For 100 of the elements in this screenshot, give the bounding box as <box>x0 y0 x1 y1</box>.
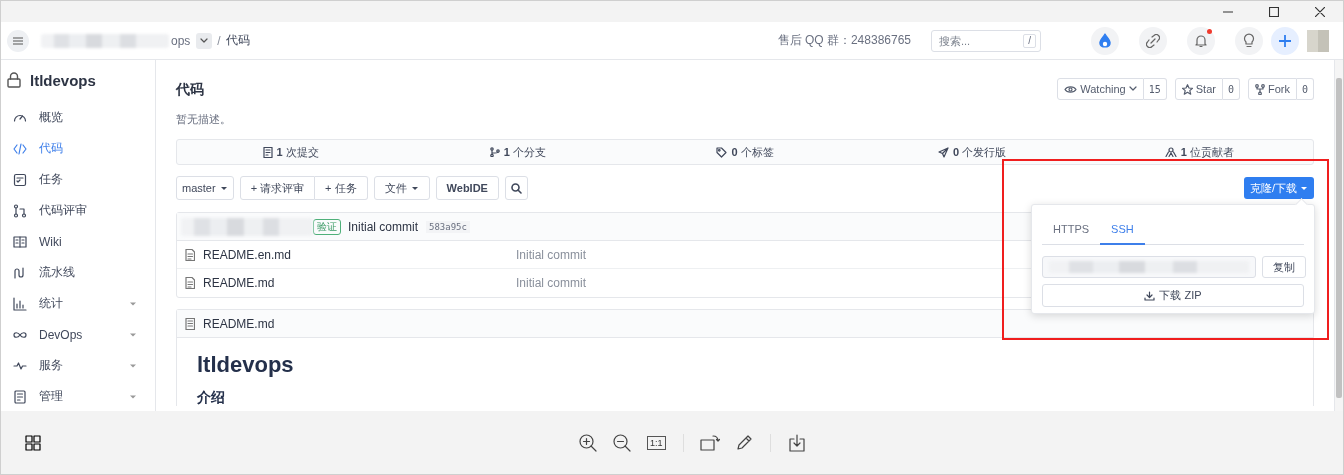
lock-icon <box>7 72 21 88</box>
caret-down-icon <box>1300 185 1308 191</box>
commit-list-icon <box>262 146 273 158</box>
readme-subheading: 介绍 <box>197 388 226 406</box>
commit-message: Initial commit <box>516 247 586 262</box>
fork-count: 0 <box>1296 78 1314 100</box>
readme-filename: README.md <box>203 316 275 331</box>
files-dropdown[interactable]: 文件 <box>373 176 430 200</box>
sidebar-item[interactable]: 代码 <box>7 133 155 164</box>
download-icon <box>1144 290 1156 301</box>
readme-heading: ltldevops <box>197 352 295 378</box>
sidebar-item[interactable]: DevOps <box>7 319 155 350</box>
verified-badge: 验证 <box>313 218 341 235</box>
bell-icon <box>1195 33 1207 48</box>
watch-count: 15 <box>1143 78 1167 100</box>
sidebar-item[interactable]: Wiki <box>7 226 155 257</box>
actual-size-button[interactable]: 1:1 <box>647 435 666 450</box>
create-button[interactable] <box>1271 26 1299 55</box>
stats-link[interactable]: 1 位贡献者 <box>1085 140 1313 164</box>
scrollbar[interactable] <box>1334 60 1343 411</box>
fork-icon <box>1254 83 1265 95</box>
bar-chart-icon <box>13 296 27 311</box>
sidebar-item[interactable]: 任务 <box>7 164 155 195</box>
chevron-down-icon <box>1128 86 1137 92</box>
sidebar-item[interactable]: 服务 <box>7 350 155 381</box>
review-button[interactable]: + 请求评审 <box>239 176 316 200</box>
file-link[interactable]: README.md <box>203 276 275 290</box>
page-title: 代码 <box>176 81 204 99</box>
file-icon <box>185 277 195 289</box>
pipeline-icon <box>13 265 27 280</box>
zoom-out-icon <box>613 433 631 452</box>
menu-icon <box>13 36 23 45</box>
sidebar-item[interactable]: 概览 <box>7 102 155 133</box>
stats-link[interactable]: 1 次提交 <box>177 140 405 164</box>
rotate-icon <box>699 434 720 451</box>
notifications-button[interactable] <box>1187 26 1215 55</box>
stats-link[interactable]: 0 个发行版 <box>858 140 1086 164</box>
search-icon <box>510 182 522 194</box>
search-button[interactable] <box>504 176 528 200</box>
task-button[interactable]: + 任务 <box>315 176 368 200</box>
breadcrumb-link[interactable]: ops <box>171 33 191 48</box>
repo-description: 暂无描述。 <box>176 112 232 127</box>
book-icon <box>13 234 27 249</box>
task-icon <box>13 172 27 187</box>
fork-button[interactable]: Fork <box>1247 78 1297 100</box>
scrollbar-thumb[interactable] <box>1336 78 1342 398</box>
sidebar-item[interactable]: 统计 <box>7 288 155 319</box>
support-group-text: 售后 QQ 群：248386765 <box>777 32 911 49</box>
plus-icon <box>1279 34 1291 47</box>
file-icon <box>185 317 195 330</box>
grid-icon <box>25 434 41 451</box>
link-button[interactable] <box>1139 26 1167 55</box>
menu-button[interactable] <box>7 29 29 52</box>
clipboard-icon <box>13 389 27 404</box>
flame-button[interactable] <box>1091 26 1119 55</box>
sidebar-item[interactable]: 管理 <box>7 381 155 411</box>
merge-icon <box>13 203 27 218</box>
url-field[interactable] <box>1042 256 1256 278</box>
contributors-icon <box>1164 147 1177 157</box>
star-button[interactable]: Star <box>1174 78 1223 100</box>
save-icon <box>788 433 805 452</box>
stats-link[interactable]: 0 个标签 <box>631 140 859 164</box>
star-icon <box>1181 83 1193 95</box>
file-link[interactable]: README.en.md <box>203 247 292 262</box>
code-icon <box>13 141 27 156</box>
tips-button[interactable] <box>1235 26 1263 55</box>
webide-button[interactable]: WebIDE <box>435 176 499 200</box>
link-icon <box>1146 33 1160 48</box>
commit-hash[interactable]: 583a95c <box>426 220 470 233</box>
watch-button[interactable]: Watching <box>1057 78 1144 100</box>
protocol-tab[interactable]: HTTPS <box>1042 215 1101 245</box>
chevron-down-icon <box>200 37 209 44</box>
download-zip-button[interactable]: 下载 ZIP <box>1042 284 1304 307</box>
caret-down-icon <box>410 185 419 191</box>
close-icon <box>1315 6 1325 17</box>
dropdown-button[interactable] <box>196 32 213 49</box>
zoom-in-icon <box>579 433 597 452</box>
commit-message: Initial commit <box>516 276 586 290</box>
commit-message: Initial commit <box>348 219 418 234</box>
sidebar-item[interactable]: 代码评审 <box>7 195 155 226</box>
copy-button[interactable]: 复制 <box>1262 256 1306 278</box>
caret-down-icon <box>219 185 228 191</box>
breadcrumb-separator: / <box>217 33 221 48</box>
branch-icon <box>489 147 500 157</box>
clone-button[interactable]: 克隆/下载 <box>1243 177 1314 199</box>
send-icon <box>938 146 950 158</box>
flame-icon <box>1098 32 1112 49</box>
tag-icon <box>716 146 728 158</box>
breadcrumb-current: 代码 <box>225 32 250 49</box>
stats-link[interactable]: 1 个分支 <box>404 140 632 164</box>
star-count: 0 <box>1222 78 1240 100</box>
maximize-icon <box>1269 6 1279 17</box>
lightbulb-icon <box>1243 33 1255 48</box>
file-icon <box>185 248 195 261</box>
protocol-tab[interactable]: SSH <box>1100 215 1145 245</box>
branch-dropdown[interactable]: master <box>176 176 234 200</box>
eye-icon <box>1064 84 1078 94</box>
pencil-icon <box>735 434 752 451</box>
repo-name: ltldevops <box>30 71 96 89</box>
sidebar-item[interactable]: 流水线 <box>7 257 155 288</box>
